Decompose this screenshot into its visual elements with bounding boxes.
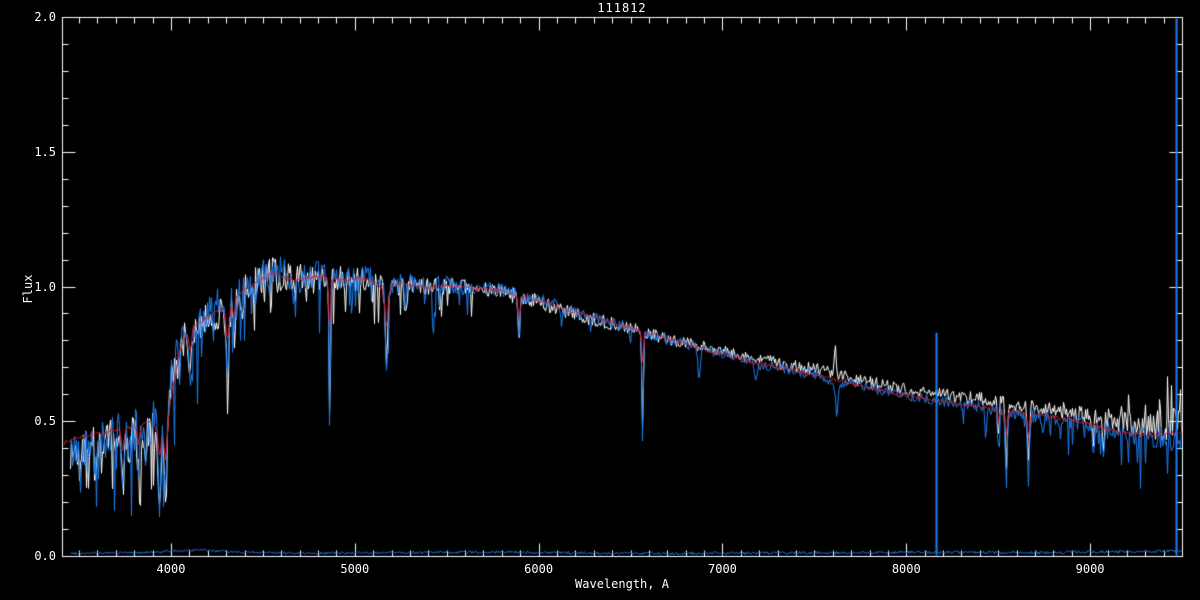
y-tick-label: 2.0	[34, 10, 56, 24]
x-tick-label: 4000	[156, 562, 186, 576]
plot-title: 111812	[597, 1, 647, 15]
x-tick-label: 8000	[891, 562, 921, 576]
y-tick-label: 0.0	[34, 549, 56, 563]
y-tick-label: 1.5	[34, 144, 56, 159]
y-tick-label: 1.0	[34, 279, 56, 294]
y-tick-label: 0.5	[34, 414, 56, 429]
x-axis-label: Wavelength, A	[575, 577, 669, 591]
spectrum-plot-window: 111812 Wavelength, A Flux 4000 5000 6000 70…	[0, 0, 1200, 600]
x-tick-label: 6000	[524, 562, 554, 576]
x-tick-label: 9000	[1075, 562, 1105, 576]
spectrum-canvas	[0, 0, 1200, 600]
x-tick-label: 7000	[708, 562, 737, 576]
x-tick-label: 5000	[340, 562, 370, 576]
